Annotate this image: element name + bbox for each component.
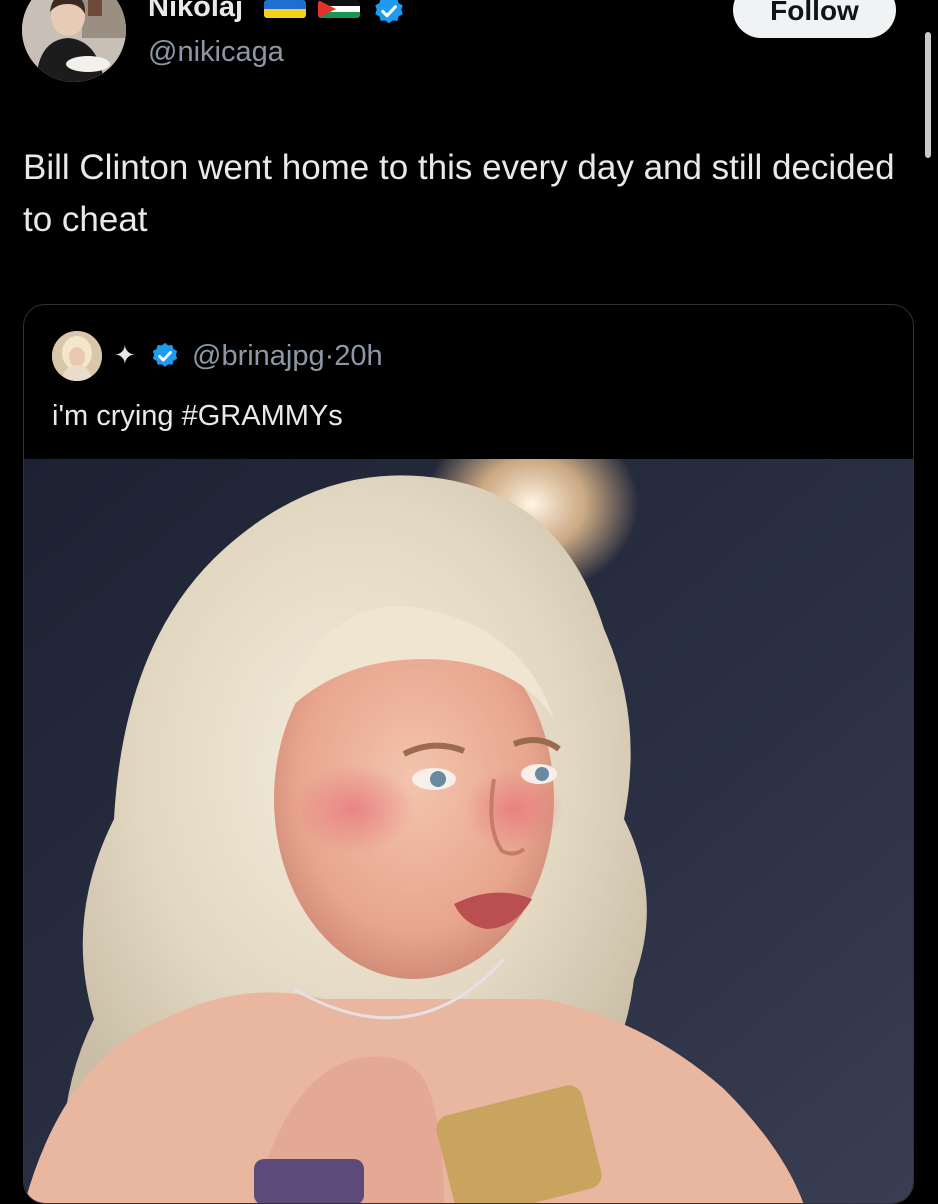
- scrollbar-thumb[interactable]: [925, 32, 931, 158]
- quoted-meta: @brinajpg·20h: [192, 338, 383, 374]
- meta-separator: ·: [324, 340, 335, 372]
- quoted-media-image[interactable]: [24, 459, 913, 1203]
- ukraine-flag-icon: [264, 0, 306, 18]
- tweet-text: Bill Clinton went home to this every day…: [23, 148, 895, 239]
- follow-button[interactable]: Follow: [733, 0, 896, 38]
- author-handle[interactable]: @nikicaga: [148, 34, 284, 70]
- verified-badge-icon: [372, 0, 406, 28]
- quoted-author-avatar[interactable]: [52, 331, 102, 381]
- palestine-flag-icon: [318, 0, 360, 18]
- quoted-tweet-text: i'm crying #GRAMMYs: [52, 400, 343, 432]
- quoted-timestamp[interactable]: 20h: [334, 340, 382, 372]
- author-avatar[interactable]: [22, 0, 126, 82]
- quoted-verified-badge-icon: [150, 341, 180, 371]
- author-display-name[interactable]: Nikolaj: [148, 0, 243, 24]
- quoted-author-handle[interactable]: @brinajpg: [192, 340, 325, 372]
- sparkle-icon: ✦: [114, 340, 136, 370]
- quoted-tweet-card[interactable]: ✦ @brinajpg·20h i'm crying #GRAMMYs: [23, 304, 914, 1204]
